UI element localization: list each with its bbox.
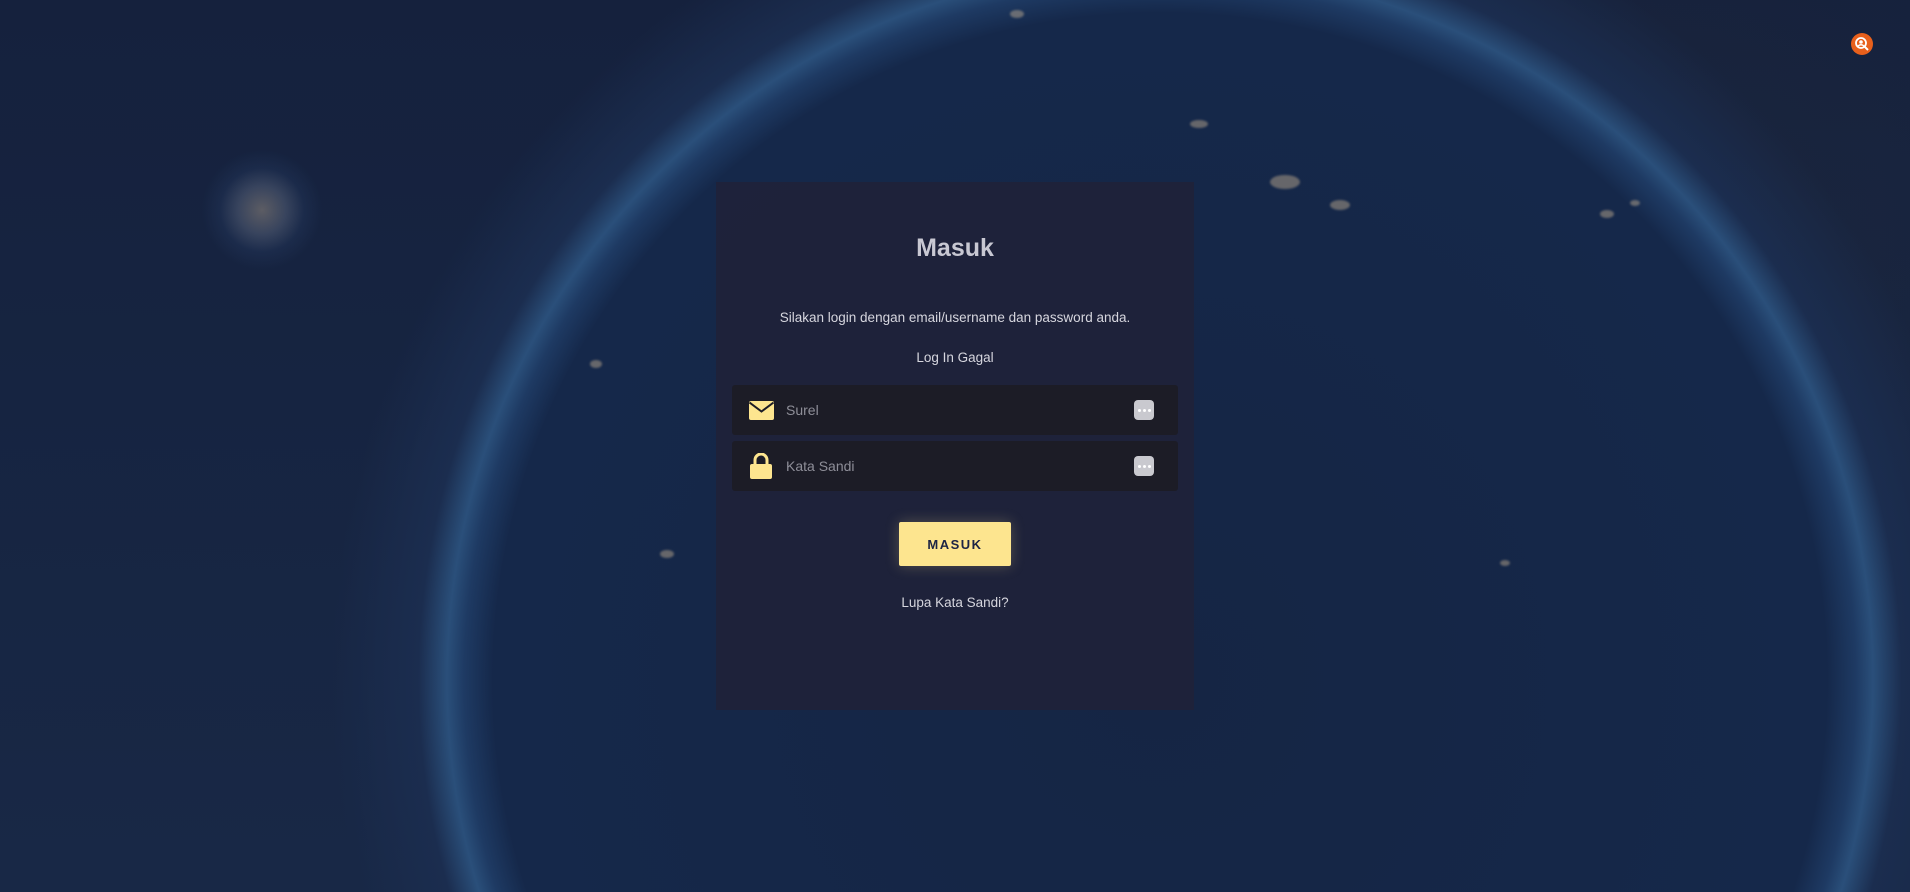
password-input[interactable]	[784, 440, 1134, 492]
lock-icon	[748, 453, 774, 479]
user-search-icon	[1855, 37, 1869, 51]
login-submit-button[interactable]: MASUK	[899, 522, 1011, 566]
email-autofill-icon[interactable]	[1134, 400, 1154, 420]
profile-search-button[interactable]	[1851, 33, 1873, 55]
forgot-password-link[interactable]: Lupa Kata Sandi?	[716, 595, 1194, 610]
login-error-message: Log In Gagal	[916, 350, 994, 365]
login-instructions: Silakan login dengan email/username dan …	[779, 310, 1131, 325]
email-input[interactable]	[784, 384, 1134, 436]
email-field	[732, 384, 1178, 436]
envelope-icon	[748, 400, 774, 420]
password-autofill-icon[interactable]	[1134, 456, 1154, 476]
page-title: Masuk	[916, 234, 994, 262]
password-field	[732, 440, 1178, 492]
